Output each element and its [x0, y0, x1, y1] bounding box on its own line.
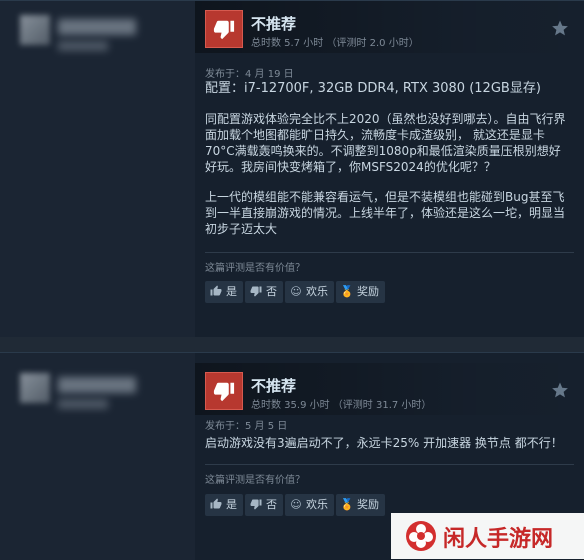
- author-meta-blurred: [58, 41, 108, 51]
- vote-funny-button[interactable]: ☺ 欢乐: [285, 281, 334, 303]
- vote-funny-label: 欢乐: [306, 285, 328, 298]
- review-card: 不推荐 总时数 5.7 小时 （评测时 2.0 小时） 发布于：4 月 19 日…: [0, 0, 584, 337]
- thumbs-down-icon: [205, 372, 243, 410]
- playtime: 总时数 35.9 小时 （评测时 31.7 小时）: [251, 400, 432, 411]
- thumbs-down-icon: [249, 281, 263, 303]
- review-text: 启动游戏没有3遍启动不了，永远卡25% 开加速器 换节点 都不行！: [205, 435, 570, 465]
- thumbs-up-icon: [209, 494, 223, 516]
- watermark: 闲人手游网: [391, 513, 584, 559]
- vote-yes-label: 是: [226, 285, 237, 298]
- vote-no-label: 否: [266, 285, 277, 298]
- star-icon[interactable]: [551, 381, 569, 399]
- review-paragraph: 配置：i7-12700F, 32GB DDR4, RTX 3080 (12GB显…: [205, 81, 541, 96]
- vote-funny-label: 欢乐: [306, 498, 328, 511]
- award-label: 奖励: [357, 498, 379, 511]
- author-name-blurred[interactable]: [58, 19, 136, 35]
- award-button[interactable]: 🏅 奖励: [336, 494, 385, 516]
- smiley-icon: ☺: [290, 498, 302, 511]
- thumbs-down-icon: [205, 10, 243, 48]
- vote-no-button[interactable]: 否: [245, 494, 283, 516]
- review-paragraph: 上一代的模组能不能兼容看运气，但是不装模组也能碰到Bug甚至飞到一半直接崩游戏的…: [205, 190, 566, 236]
- vote-yes-button[interactable]: 是: [205, 281, 243, 303]
- posted-date: 发布于：5 月 5 日: [205, 421, 288, 432]
- divider: [205, 252, 574, 253]
- vote-no-label: 否: [266, 498, 277, 511]
- vote-yes-button[interactable]: 是: [205, 494, 243, 516]
- vote-buttons: 是 否 ☺ 欢乐 🏅 奖励: [205, 281, 387, 303]
- star-icon[interactable]: [551, 19, 569, 37]
- watermark-text: 闲人手游网: [443, 527, 554, 552]
- helpful-question: 这篇评测是否有价值？: [205, 263, 305, 274]
- verdict-bar: 不推荐 总时数 5.7 小时 （评测时 2.0 小时）: [195, 1, 584, 53]
- verdict-title[interactable]: 不推荐: [251, 13, 296, 34]
- playtime: 总时数 5.7 小时 （评测时 2.0 小时）: [251, 38, 419, 49]
- thumbs-up-icon: [209, 281, 223, 303]
- verdict-bar: 不推荐 总时数 35.9 小时 （评测时 31.7 小时）: [195, 363, 584, 415]
- author-panel: [0, 1, 195, 337]
- avatar[interactable]: [20, 373, 50, 403]
- vote-buttons: 是 否 ☺ 欢乐 🏅 奖励: [205, 494, 387, 516]
- divider: [205, 464, 574, 465]
- award-icon: 🏅: [340, 498, 354, 511]
- award-button[interactable]: 🏅 奖励: [336, 281, 385, 303]
- vote-no-button[interactable]: 否: [245, 281, 283, 303]
- helpful-question: 这篇评测是否有价值？: [205, 475, 305, 486]
- author-panel: [0, 353, 195, 560]
- review-paragraph: 启动游戏没有3遍启动不了，永远卡25% 开加速器 换节点 都不行！: [205, 436, 563, 450]
- author-name-blurred[interactable]: [58, 377, 136, 393]
- award-label: 奖励: [357, 285, 379, 298]
- vote-funny-button[interactable]: ☺ 欢乐: [285, 494, 334, 516]
- thumbs-down-icon: [249, 494, 263, 516]
- review-paragraph: 同配置游戏体验完全比不上2020（虽然也没好到哪去）。自由飞行界面加载个地图都能…: [205, 112, 566, 174]
- review-text: 配置：i7-12700F, 32GB DDR4, RTX 3080 (12GB显…: [205, 81, 570, 251]
- flower-logo-icon: [405, 520, 437, 552]
- review-body: 不推荐 总时数 5.7 小时 （评测时 2.0 小时） 发布于：4 月 19 日…: [195, 1, 584, 337]
- award-icon: 🏅: [340, 285, 354, 298]
- vote-yes-label: 是: [226, 498, 237, 511]
- author-meta-blurred: [58, 399, 108, 409]
- posted-date: 发布于：4 月 19 日: [205, 69, 294, 80]
- avatar[interactable]: [20, 15, 50, 45]
- smiley-icon: ☺: [290, 285, 302, 298]
- verdict-title[interactable]: 不推荐: [251, 375, 296, 396]
